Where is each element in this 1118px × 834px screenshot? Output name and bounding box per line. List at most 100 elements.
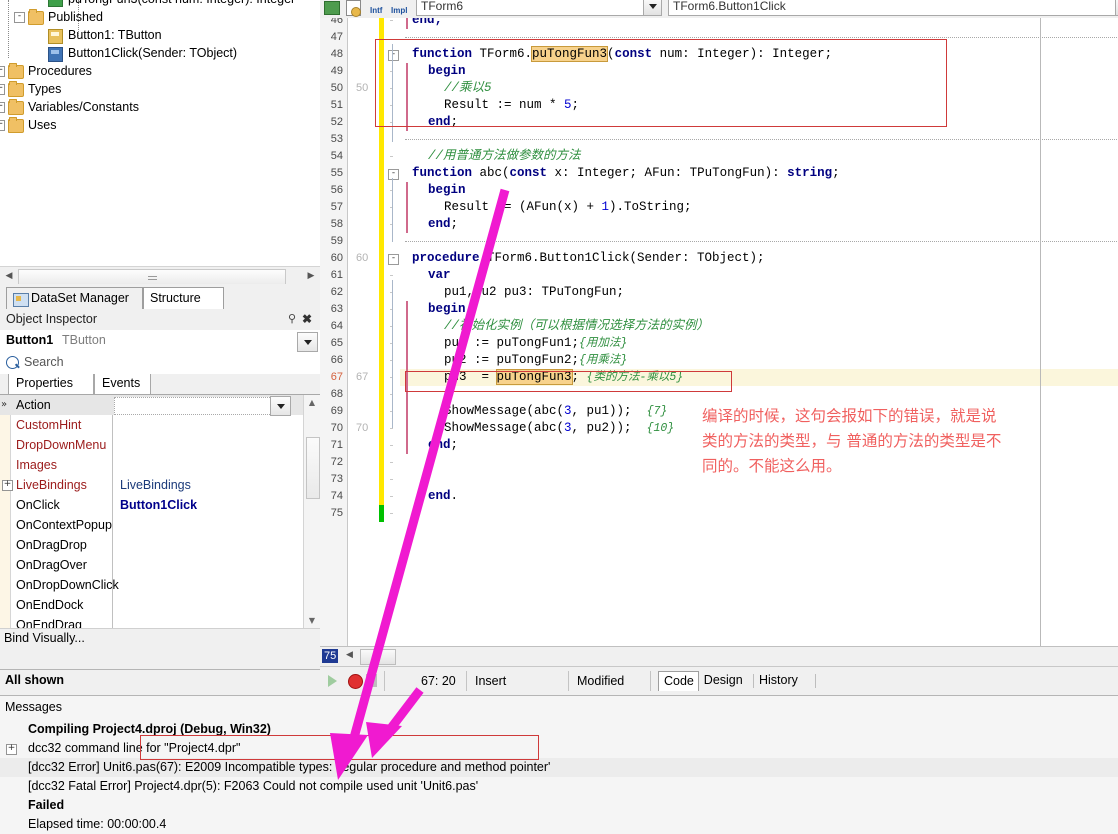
code-fold-icon[interactable]: - <box>388 169 399 180</box>
editor-status-bar[interactable]: 67: 20 Insert Modified Code Design History <box>320 666 1118 696</box>
tree-item[interactable]: Button1: TButton <box>0 26 320 44</box>
code-line[interactable]: begin <box>400 301 466 318</box>
tree-item[interactable]: Button1Click(Sender: TObject) <box>0 44 320 62</box>
member-combo[interactable]: TForm6.Button1Click <box>668 0 1118 16</box>
code-editor[interactable]: 46 47 48 49 50 51 52 53 54 55 56 57 58 59 60 61 62 63 64 65… <box>320 18 1118 646</box>
property-row[interactable]: OnEndDrag <box>0 615 304 629</box>
tree-item[interactable]: + Types <box>0 80 320 98</box>
hscroll-thumb[interactable] <box>18 269 286 285</box>
property-row[interactable]: » Action <box>0 395 304 416</box>
editor-toolbar[interactable]: Intf Impl TForm6 TForm6.Button1Click <box>320 0 1118 19</box>
tree-expander-icon[interactable]: + <box>0 120 5 131</box>
property-row[interactable]: OnClick Button1Click <box>0 495 304 515</box>
code-line[interactable]: begin <box>400 182 466 199</box>
expand-plus-icon[interactable]: + <box>2 480 13 491</box>
code-line[interactable]: Result := (AFun(x) + 1).ToString; <box>400 199 692 216</box>
code-line[interactable]: ShowMessage(abc(3, pu1)); {7} <box>400 403 667 420</box>
property-grid-scrollbar[interactable]: ▲ ▼ <box>303 395 320 629</box>
chevron-right-icon[interactable]: » <box>1 395 7 415</box>
code-fold-icon[interactable]: - <box>388 254 399 265</box>
property-row[interactable]: OnDragDrop <box>0 535 304 555</box>
split-left-icon[interactable]: ◀ <box>346 650 353 660</box>
property-row[interactable]: + LiveBindings LiveBindings <box>0 475 304 495</box>
view-tab-history[interactable]: History <box>754 671 817 691</box>
code-line[interactable]: pu2 := puTongFun2;{用乘法} <box>400 352 627 369</box>
messages-panel[interactable]: Messages Compiling Project4.dproj (Debug… <box>0 695 1118 834</box>
code-line[interactable]: end; <box>400 18 442 29</box>
code-line[interactable]: var <box>400 267 451 284</box>
property-row[interactable]: OnDropDownClick <box>0 575 304 595</box>
message-row[interactable]: Elapsed time: 00:00:00.4 <box>0 815 1118 834</box>
view-tab-design[interactable]: Design <box>699 671 754 691</box>
object-combo-dropdown-icon[interactable] <box>297 332 318 352</box>
code-line[interactable]: pu1 := puTongFun1;{用加法} <box>400 335 627 352</box>
property-dropdown-icon[interactable] <box>270 396 291 416</box>
property-row[interactable]: DropDownMenu <box>0 435 304 455</box>
property-value[interactable]: Button1Click <box>120 495 197 515</box>
scroll-right-icon[interactable]: ▶ <box>304 269 318 283</box>
code-line[interactable]: //初始化实例（可以根据情况选择方法的实例） <box>400 318 709 335</box>
oi-tab-events[interactable]: Events <box>94 374 152 394</box>
property-row[interactable]: CustomHint <box>0 415 304 435</box>
object-selector-combo[interactable]: Button1 TButton <box>0 330 320 353</box>
tree-item[interactable]: + Uses <box>0 116 320 134</box>
property-row[interactable]: OnDragOver <box>0 555 304 575</box>
code-line[interactable]: end; <box>400 216 458 233</box>
implementation-nav-icon[interactable]: Impl <box>390 0 407 16</box>
code-line[interactable]: procedure TForm6.Button1Click(Sender: TO… <box>400 250 765 267</box>
stop-icon[interactable] <box>366 674 377 687</box>
message-row[interactable]: Failed <box>0 796 1118 815</box>
tree-expander-icon[interactable]: + <box>0 66 5 77</box>
interface-nav-icon[interactable]: Intf <box>368 0 384 16</box>
breakpoint-icon[interactable] <box>348 674 363 689</box>
scroll-left-icon[interactable]: ◀ <box>2 269 16 283</box>
message-expand-icon[interactable]: + <box>6 744 17 755</box>
scroll-down-icon[interactable]: ▼ <box>305 614 319 628</box>
property-row[interactable]: OnContextPopup <box>0 515 304 535</box>
tree-expander-icon[interactable]: - <box>14 12 25 23</box>
tree-expander-icon[interactable]: + <box>0 84 5 95</box>
property-value-input[interactable] <box>114 397 290 415</box>
structure-tree-hscrollbar[interactable]: ◀ ▶ <box>0 266 320 285</box>
tree-item[interactable]: + Variables/Constants <box>0 98 320 116</box>
view-tab-code[interactable]: Code <box>658 671 699 691</box>
bind-visually-link-row[interactable]: Bind Visually... <box>0 628 320 649</box>
properties-events-tabs[interactable]: Properties Events <box>0 374 320 394</box>
tree-item[interactable]: - Published <box>0 8 320 26</box>
property-scroll-thumb[interactable] <box>306 437 320 499</box>
property-row[interactable]: Images <box>0 455 304 475</box>
property-grid[interactable]: » Action CustomHint DropDownMenu Images + Live… <box>0 394 320 629</box>
class-combo[interactable]: TForm6 <box>416 0 662 16</box>
document-icon[interactable] <box>346 0 361 17</box>
structure-tree[interactable]: puTongFun3(const num: Integer): Integer-… <box>0 0 320 266</box>
bottom-dock-tabs[interactable]: DataSet Manager Structure <box>0 284 320 311</box>
code-line[interactable]: ShowMessage(abc(3, pu2)); {10} <box>400 420 674 437</box>
dock-tab-structure[interactable]: Structure <box>143 287 224 309</box>
split-view-button-1[interactable] <box>360 649 378 665</box>
tree-item[interactable]: + Procedures <box>0 62 320 80</box>
code-line[interactable]: end; <box>400 437 458 454</box>
editor-gutter[interactable]: 46 47 48 49 50 51 52 53 54 55 56 57 58 59 60 61 62 63 64 65… <box>320 18 348 646</box>
property-row[interactable]: OnEndDock <box>0 595 304 615</box>
code-line[interactable]: pu1,pu2 pu3: TPuTongFun; <box>400 284 624 301</box>
class-combo-dropdown-icon[interactable] <box>643 0 661 15</box>
bind-visually-link[interactable]: Bind Visually... <box>4 631 85 645</box>
tree-expander-icon[interactable]: + <box>0 102 5 113</box>
split-view-button-2[interactable] <box>378 649 396 665</box>
property-value[interactable]: LiveBindings <box>120 475 191 495</box>
dock-tab-dataset-manager[interactable]: DataSet Manager <box>6 287 143 309</box>
run-icon[interactable] <box>328 675 337 687</box>
code-line[interactable]: end. <box>400 488 458 505</box>
pin-icon[interactable]: ⚲ <box>288 314 298 326</box>
tree-item[interactable]: puTongFun3(const num: Integer): Integer <box>0 0 320 8</box>
message-row[interactable]: [dcc32 Fatal Error] Project4.dpr(5): F20… <box>0 777 1118 796</box>
editor-edge-bar[interactable]: 75 ◀ <box>320 646 1118 667</box>
oi-tab-properties[interactable]: Properties <box>8 374 94 394</box>
code-line[interactable]: //用普通方法做参数的方法 <box>400 148 581 165</box>
close-icon[interactable]: ✖ <box>302 313 314 325</box>
message-row[interactable]: [dcc32 Error] Unit6.pas(67): E2009 Incom… <box>0 758 1118 777</box>
scroll-up-icon[interactable]: ▲ <box>305 396 319 410</box>
object-inspector-search[interactable]: Search <box>0 352 320 375</box>
code-line[interactable]: function abc(const x: Integer; AFun: TPu… <box>400 165 840 182</box>
unit-icon[interactable] <box>324 1 340 15</box>
